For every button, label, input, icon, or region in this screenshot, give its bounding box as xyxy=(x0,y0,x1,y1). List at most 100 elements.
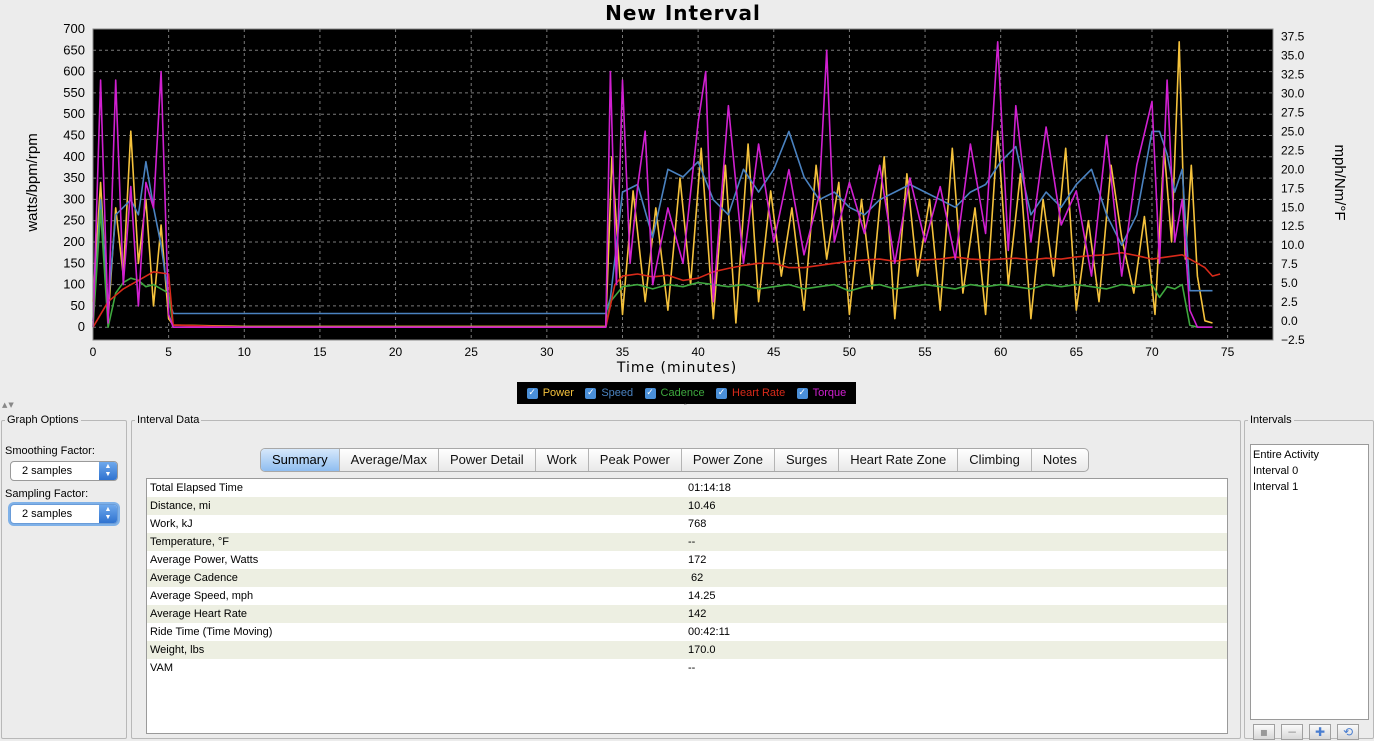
row-value: 172 xyxy=(688,554,707,566)
checkbox-icon[interactable]: ✓ xyxy=(796,387,808,399)
tab-summary[interactable]: Summary xyxy=(261,449,340,471)
y-tick-label: 400 xyxy=(63,149,85,164)
minus-icon: − xyxy=(1286,725,1298,739)
splitter-arrows-icon[interactable]: ▲▼ xyxy=(2,401,15,409)
add-interval-button[interactable]: ✚ xyxy=(1309,724,1331,740)
y-tick-label: 100 xyxy=(63,277,85,292)
x-tick-label: 50 xyxy=(843,345,857,359)
legend-item-torque[interactable]: ✓ Torque xyxy=(796,387,847,399)
table-row[interactable]: Average Cadence 62 xyxy=(147,569,1227,587)
stepper-arrows-icon[interactable]: ▲ ▼ xyxy=(99,462,117,480)
checkbox-icon[interactable]: ✓ xyxy=(644,387,656,399)
row-label: Average Speed, mph xyxy=(150,590,254,602)
row-value: 14.25 xyxy=(688,590,716,602)
row-label: Ride Time (Time Moving) xyxy=(150,626,273,638)
y-tick-label: 500 xyxy=(63,106,85,121)
y-tick-label: 150 xyxy=(63,255,85,270)
row-value: 768 xyxy=(688,518,707,530)
summary-table[interactable]: Total Elapsed Time 01:14:18 Distance, mi 1… xyxy=(146,478,1228,734)
table-row[interactable]: Ride Time (Time Moving) 00:42:11 xyxy=(147,623,1227,641)
legend-label: Cadence xyxy=(660,387,705,399)
x-tick-label: 5 xyxy=(165,345,172,359)
list-item[interactable]: Interval 1 xyxy=(1251,479,1368,495)
y-tick-label: 350 xyxy=(63,170,85,185)
legend-item-heart-rate[interactable]: ✓ Heart Rate xyxy=(716,387,785,399)
x-axis-label: Time (minutes) xyxy=(616,360,737,376)
row-value: -- xyxy=(688,662,696,674)
intervals-list[interactable]: Entire Activity Interval 0 Interval 1 xyxy=(1250,444,1369,720)
y-tick-label: 600 xyxy=(63,64,85,79)
row-value: 142 xyxy=(688,608,707,620)
y-tick-label: 700 xyxy=(63,21,85,36)
table-row[interactable]: VAM -- xyxy=(147,659,1227,677)
plus-icon: ✚ xyxy=(1314,725,1326,739)
row-value: 01:14:18 xyxy=(688,482,731,494)
y2-tick-label: 10.0 xyxy=(1281,238,1305,252)
row-label: Average Power, Watts xyxy=(150,554,259,566)
y-tick-label: 300 xyxy=(63,191,85,206)
tab-work[interactable]: Work xyxy=(536,449,589,471)
checkbox-icon[interactable]: ✓ xyxy=(716,387,728,399)
tab-notes[interactable]: Notes xyxy=(1032,449,1088,471)
x-tick-label: 70 xyxy=(1145,345,1159,359)
tab-power-zone[interactable]: Power Zone xyxy=(682,449,775,471)
y2-tick-label: 17.5 xyxy=(1281,181,1305,195)
legend-item-cadence[interactable]: ✓ Cadence xyxy=(644,387,705,399)
list-item[interactable]: Interval 0 xyxy=(1251,463,1368,479)
sampling-value: 2 samples xyxy=(22,508,73,520)
x-tick-label: 35 xyxy=(616,345,630,359)
checkbox-icon[interactable]: ✓ xyxy=(526,387,538,399)
legend-item-power[interactable]: ✓ Power xyxy=(526,387,574,399)
row-label: Temperature, °F xyxy=(150,536,229,548)
x-tick-label: 75 xyxy=(1221,345,1235,359)
row-value: 00:42:11 xyxy=(688,626,731,638)
table-row[interactable]: Total Elapsed Time 01:14:18 xyxy=(147,479,1227,497)
tab-power-detail[interactable]: Power Detail xyxy=(439,449,536,471)
row-value: -- xyxy=(688,536,696,548)
x-tick-label: 40 xyxy=(691,345,705,359)
remove-interval-button[interactable]: − xyxy=(1281,724,1303,740)
list-item[interactable]: Entire Activity xyxy=(1251,447,1368,463)
y2-tick-label: 25.0 xyxy=(1281,124,1305,138)
stepper-arrows-icon[interactable]: ▲ ▼ xyxy=(99,505,117,523)
table-row[interactable]: Temperature, °F -- xyxy=(147,533,1227,551)
y-tick-label: 50 xyxy=(71,298,85,313)
table-row[interactable]: Average Speed, mph 14.25 xyxy=(147,587,1227,605)
y2-tick-label: 22.5 xyxy=(1281,143,1305,157)
legend-item-speed[interactable]: ✓ Speed xyxy=(585,387,633,399)
table-row[interactable]: Weight, lbs 170.0 xyxy=(147,641,1227,659)
y-tick-label: 0 xyxy=(78,319,85,334)
tab-heart-rate-zone[interactable]: Heart Rate Zone xyxy=(839,449,959,471)
tab-average-max[interactable]: Average/Max xyxy=(340,449,439,471)
table-row[interactable]: Average Power, Watts 172 xyxy=(147,551,1227,569)
y-axis-label: watts/bpm/rpm xyxy=(24,133,41,232)
row-label: Total Elapsed Time xyxy=(150,482,243,494)
edit-interval-button[interactable]: ▪ xyxy=(1253,724,1275,740)
interval-data-tabs: Summary Average/Max Power Detail Work Pe… xyxy=(260,448,1089,472)
tab-surges[interactable]: Surges xyxy=(775,449,840,471)
y2-tick-label: −2.5 xyxy=(1281,333,1305,347)
intervals-panel: Intervals Entire Activity Interval 0 Int… xyxy=(1244,414,1374,740)
tab-climbing[interactable]: Climbing xyxy=(958,449,1032,471)
y-tick-label: 550 xyxy=(63,85,85,100)
checkbox-icon[interactable]: ✓ xyxy=(585,387,597,399)
smoothing-select[interactable]: 2 samples ▲ ▼ xyxy=(10,461,118,481)
y-tick-label: 450 xyxy=(63,128,85,143)
table-row[interactable]: Distance, mi 10.46 xyxy=(147,497,1227,515)
row-label: Distance, mi xyxy=(150,500,211,512)
y2-tick-label: 0.0 xyxy=(1281,314,1298,328)
x-tick-label: 20 xyxy=(389,345,403,359)
legend-label: Speed xyxy=(601,387,634,399)
tab-peak-power[interactable]: Peak Power xyxy=(589,449,682,471)
legend-label: Heart Rate xyxy=(732,387,786,399)
x-tick-label: 65 xyxy=(1070,345,1084,359)
sampling-select[interactable]: 2 samples ▲ ▼ xyxy=(10,504,118,524)
refresh-interval-button[interactable]: ⟲ xyxy=(1337,724,1359,740)
x-tick-label: 10 xyxy=(238,345,252,359)
row-value: 62 xyxy=(688,572,704,584)
splitter-grip-icon[interactable]: ˆ xyxy=(684,403,687,412)
table-row[interactable]: Work, kJ 768 xyxy=(147,515,1227,533)
y2-axis-label: mph/Nm/°F xyxy=(1331,144,1348,220)
table-row[interactable]: Average Heart Rate 142 xyxy=(147,605,1227,623)
legend-label: Torque xyxy=(812,387,847,399)
